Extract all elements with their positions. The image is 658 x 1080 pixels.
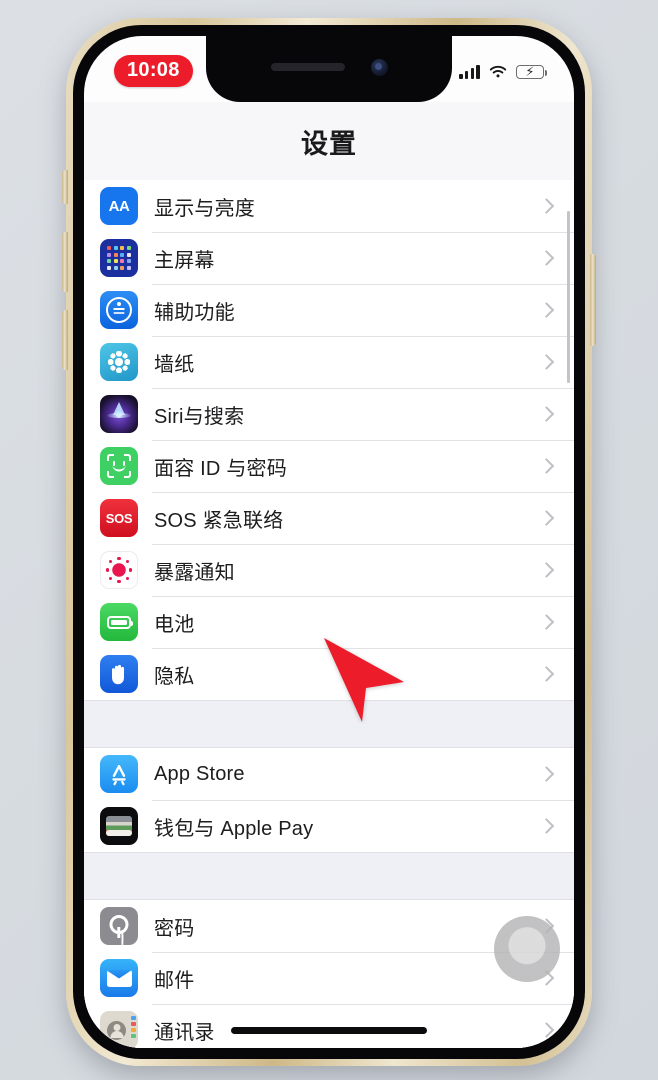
settings-row-display-brightness[interactable]: AA 显示与亮度: [84, 180, 574, 232]
settings-group-store: App Store 钱包与 Apple Pay: [84, 748, 574, 852]
settings-row-app-store[interactable]: App Store: [84, 748, 574, 800]
contacts-icon: [100, 1011, 138, 1048]
phone-frame: 10:08 ⚡ 设置 AA 显示与亮度 主屏幕 辅助功能 墙纸 Siri与搜索 …: [62, 18, 596, 1066]
display-brightness-icon: AA: [100, 187, 138, 225]
row-label: 显示与亮度: [154, 197, 255, 220]
section-gap: [84, 852, 574, 900]
settings-group-accounts: 密码 邮件 通讯录: [84, 900, 574, 1048]
settings-row-wallet-apple-pay[interactable]: 钱包与 Apple Pay: [84, 800, 574, 852]
section-gap: [84, 700, 574, 748]
navigation-bar: 设置: [84, 102, 574, 180]
phone-screen: 10:08 ⚡ 设置 AA 显示与亮度 主屏幕 辅助功能 墙纸 Siri与搜索 …: [84, 36, 574, 1048]
siri-search-icon: [100, 395, 138, 433]
exposure-notification-icon: [100, 551, 138, 589]
row-label: 辅助功能: [154, 301, 235, 324]
wifi-icon: [489, 65, 507, 77]
chevron-right-icon: [538, 198, 555, 214]
row-label: 电池: [154, 613, 195, 636]
home-screen-icon: [100, 239, 138, 277]
volume-up-button[interactable]: [62, 232, 68, 292]
chevron-right-icon: [538, 406, 555, 422]
chevron-right-icon: [538, 1022, 555, 1038]
chevron-right-icon: [538, 766, 555, 782]
cellular-signal-icon: [459, 65, 480, 79]
passwords-key-icon: [100, 907, 138, 945]
face-id-icon: [100, 447, 138, 485]
settings-row-face-id[interactable]: 面容 ID 与密码: [84, 440, 574, 492]
chevron-right-icon: [538, 614, 555, 630]
row-label: 钱包与 Apple Pay: [154, 817, 314, 840]
accessibility-icon: [100, 291, 138, 329]
row-label: 面容 ID 与密码: [154, 457, 287, 480]
settings-row-battery[interactable]: 电池: [84, 596, 574, 648]
row-label: SOS 紧急联络: [154, 509, 284, 532]
app-store-icon: [100, 755, 138, 793]
settings-row-siri-search[interactable]: Siri与搜索: [84, 388, 574, 440]
row-label: 主屏幕: [154, 249, 215, 272]
row-label: App Store: [154, 762, 245, 785]
chevron-right-icon: [538, 458, 555, 474]
battery-charging-icon: ⚡: [516, 65, 548, 79]
chevron-right-icon: [538, 562, 555, 578]
wallet-apple-pay-icon: [100, 807, 138, 845]
settings-row-contacts[interactable]: 通讯录: [84, 1004, 574, 1048]
phone-bezel: 10:08 ⚡ 设置 AA 显示与亮度 主屏幕 辅助功能 墙纸 Siri与搜索 …: [73, 25, 585, 1059]
home-indicator-bar[interactable]: [231, 1027, 427, 1034]
chevron-right-icon: [538, 666, 555, 682]
settings-list[interactable]: AA 显示与亮度 主屏幕 辅助功能 墙纸 Siri与搜索 面容 ID 与密码 S…: [84, 180, 574, 1048]
assistive-touch-button[interactable]: [494, 916, 560, 982]
emergency-sos-icon: SOS: [100, 499, 138, 537]
row-label: 隐私: [154, 665, 195, 688]
row-label: 墙纸: [154, 353, 195, 376]
chevron-right-icon: [538, 818, 555, 834]
chevron-right-icon: [538, 354, 555, 370]
list-scrollbar[interactable]: [566, 211, 570, 383]
chevron-right-icon: [538, 250, 555, 266]
settings-row-emergency-sos[interactable]: SOS SOS 紧急联络: [84, 492, 574, 544]
settings-group-system: AA 显示与亮度 主屏幕 辅助功能 墙纸 Siri与搜索 面容 ID 与密码 S…: [84, 180, 574, 700]
privacy-hand-icon: [100, 655, 138, 693]
settings-row-exposure-notifications[interactable]: 暴露通知: [84, 544, 574, 596]
settings-row-home-screen[interactable]: 主屏幕: [84, 232, 574, 284]
power-button[interactable]: [590, 254, 596, 346]
settings-row-accessibility[interactable]: 辅助功能: [84, 284, 574, 336]
row-label: 邮件: [154, 969, 195, 992]
status-bar-right: ⚡: [459, 65, 548, 80]
wallpaper-icon: [100, 343, 138, 381]
settings-row-privacy[interactable]: 隐私: [84, 648, 574, 700]
status-bar: 10:08 ⚡: [84, 36, 574, 102]
silent-switch[interactable]: [62, 170, 68, 204]
row-label: 通讯录: [154, 1021, 215, 1044]
settings-row-wallpaper[interactable]: 墙纸: [84, 336, 574, 388]
page-title: 设置: [301, 128, 357, 159]
mail-icon: [100, 959, 138, 997]
recording-time-indicator[interactable]: 10:08: [114, 55, 193, 87]
row-label: Siri与搜索: [154, 405, 245, 428]
row-label: 暴露通知: [154, 561, 235, 584]
volume-down-button[interactable]: [62, 310, 68, 370]
row-label: 密码: [154, 917, 195, 940]
battery-icon: [100, 603, 138, 641]
chevron-right-icon: [538, 302, 555, 318]
chevron-right-icon: [538, 510, 555, 526]
